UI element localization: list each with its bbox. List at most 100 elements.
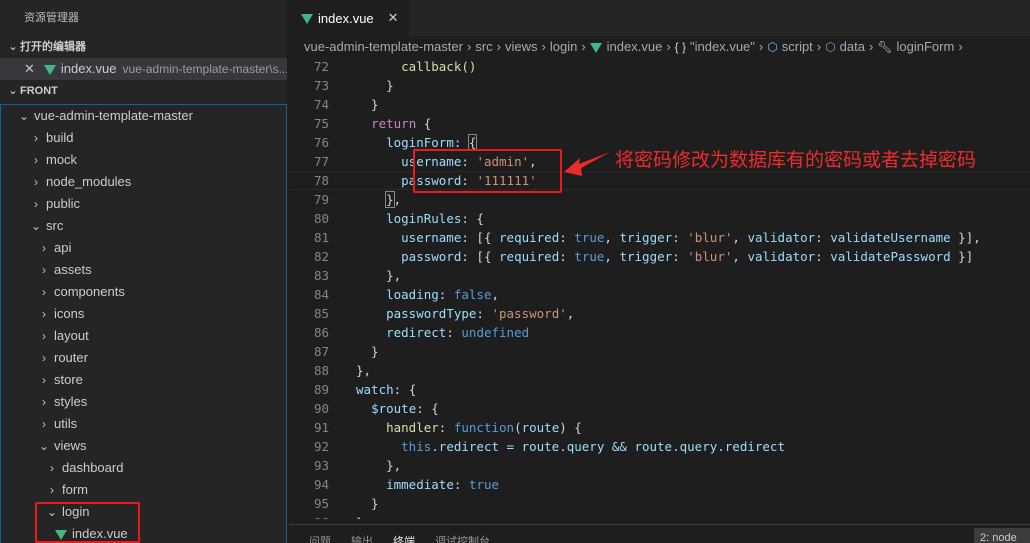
code-token: validator (747, 230, 816, 245)
terminal-select[interactable]: 2: node (974, 528, 1030, 543)
tree-item-folder[interactable]: › utils (1, 413, 286, 435)
chevron-down-icon: ⌄ (8, 41, 18, 53)
code-token: validateUsername (830, 230, 951, 245)
tree-item-folder[interactable]: › components (1, 281, 286, 303)
code-line-current: 78 password: '111111' (289, 171, 1030, 190)
chevron-right-icon: › (466, 39, 472, 54)
open-editor-path: vue-admin-template-master\s... (122, 62, 287, 76)
chevron-right-icon: › (42, 329, 46, 343)
panel-tab-output[interactable]: 输出 (351, 535, 373, 543)
code-line: 91 handler: function(route) { (289, 418, 1030, 437)
annotation-highlight-credentials (413, 149, 562, 193)
code-token: $route (371, 401, 417, 416)
tree-item-folder[interactable]: › form (1, 479, 286, 501)
chevron-right-icon: › (42, 285, 46, 299)
code-text: } (356, 496, 379, 511)
breadcrumb-item[interactable]: loginForm (897, 36, 955, 58)
chevron-down-icon: ⌄ (8, 85, 18, 97)
tree-item-label: layout (54, 328, 89, 343)
tree-item-label: dashboard (62, 460, 124, 475)
breadcrumb: vue-admin-template-master › src › views › l… (289, 36, 1030, 58)
tree-item-label: build (46, 130, 74, 145)
code-token: 'blur' (687, 230, 733, 245)
tree-item-folder[interactable]: › layout (1, 325, 286, 347)
chevron-right-icon: › (42, 307, 46, 321)
code-text: callback() (356, 57, 476, 76)
code-line: 72 callback() (289, 57, 1030, 76)
breadcrumb-item[interactable]: login (550, 36, 577, 58)
code-line: 81 username: [{ required: true, trigger:… (289, 228, 1030, 247)
tree-item-label: styles (54, 394, 88, 409)
tree-item-folder[interactable]: ⌄ src (1, 215, 286, 237)
chevron-right-icon: › (816, 39, 822, 54)
open-editor-item[interactable]: ✕ index.vue vue-admin-template-master\s.… (0, 58, 287, 80)
panel-tab-debug-console[interactable]: 调试控制台 (435, 535, 490, 543)
open-editors-header[interactable]: ⌄ 打开的编辑器 (0, 36, 287, 58)
code-text: username: [{ required: true, trigger: 'b… (401, 230, 981, 245)
code-token: true (468, 477, 500, 492)
code-text: return { (371, 116, 432, 131)
code-token: immediate (386, 477, 454, 492)
tree-item-folder[interactable]: › styles (1, 391, 286, 413)
code-token: password (401, 249, 462, 264)
code-text: passwordType: 'password', (386, 306, 575, 321)
line-number: 80 (313, 211, 329, 226)
code-view[interactable]: 72 callback() 73 } 74 } 75 return { 76 l… (289, 57, 1030, 519)
code-token: validatePassword (830, 249, 951, 264)
panel-tab-terminal[interactable]: 终端 (393, 535, 415, 543)
chevron-right-icon: › (34, 131, 38, 145)
breadcrumb-item[interactable]: vue-admin-template-master (304, 36, 463, 58)
code-text: watch: { (356, 382, 417, 397)
tree-item-folder[interactable]: › dashboard (1, 457, 286, 479)
line-number: 72 (313, 59, 329, 74)
code-token: required (499, 249, 560, 264)
tree-item-folder[interactable]: ⌄ views (1, 435, 286, 457)
tree-item-folder[interactable]: › api (1, 237, 286, 259)
tree-item-label: assets (54, 262, 92, 277)
tree-item-folder[interactable]: › icons (1, 303, 286, 325)
code-line: 80 loginRules: { (289, 209, 1030, 228)
code-token: 'password' (491, 306, 567, 321)
tree-item-folder[interactable]: › store (1, 369, 286, 391)
line-number: 79 (313, 192, 329, 207)
breadcrumb-item[interactable]: "index.vue" (690, 36, 755, 58)
code-token: handler (386, 420, 439, 435)
line-number: 89 (313, 382, 329, 397)
code-token: username (401, 230, 462, 245)
code-line: 89 watch: { (289, 380, 1030, 399)
breadcrumb-item[interactable]: index.vue (607, 36, 663, 58)
annotation-highlight-login-folder (35, 502, 140, 543)
workspace-label: FRONT (20, 85, 58, 97)
code-line: 86 redirect: undefined (289, 323, 1030, 342)
tree-item-folder[interactable]: › public (1, 193, 286, 215)
tab-index-vue[interactable]: index.vue ✕ (289, 0, 409, 36)
line-number: 88 (313, 363, 329, 378)
tree-item-folder[interactable]: ⌄ vue-admin-template-master (1, 105, 286, 127)
close-icon[interactable]: ✕ (388, 10, 399, 26)
tree-item-label: views (54, 438, 87, 453)
close-icon[interactable]: ✕ (24, 58, 38, 80)
tree-item-label: components (54, 284, 125, 299)
chevron-right-icon: › (34, 197, 38, 211)
breadcrumb-item[interactable]: script (782, 36, 813, 58)
code-token: loginForm (386, 135, 454, 150)
tree-item-folder[interactable]: › build (1, 127, 286, 149)
tree-item-folder[interactable]: › node_modules (1, 171, 286, 193)
workspace-header[interactable]: ⌄ FRONT (0, 80, 287, 102)
breadcrumb-item[interactable]: data (840, 36, 865, 58)
code-text: }, (356, 458, 402, 473)
code-text: redirect: undefined (386, 325, 530, 340)
line-number: 74 (313, 97, 329, 112)
breadcrumb-item[interactable]: src (475, 36, 492, 58)
vue-file-icon (589, 43, 602, 53)
panel-tab-problems[interactable]: 问题 (309, 535, 331, 543)
tree-item-folder[interactable]: › mock (1, 149, 286, 171)
code-line: 92 this.redirect = route.query && route.… (289, 437, 1030, 456)
code-token: 'blur' (687, 249, 733, 264)
tree-item-label: store (54, 372, 83, 387)
code-token: passwordType (386, 306, 477, 321)
code-line: 75 return { (289, 114, 1030, 133)
tree-item-folder[interactable]: › router (1, 347, 286, 369)
tree-item-folder[interactable]: › assets (1, 259, 286, 281)
breadcrumb-item[interactable]: views (505, 36, 538, 58)
